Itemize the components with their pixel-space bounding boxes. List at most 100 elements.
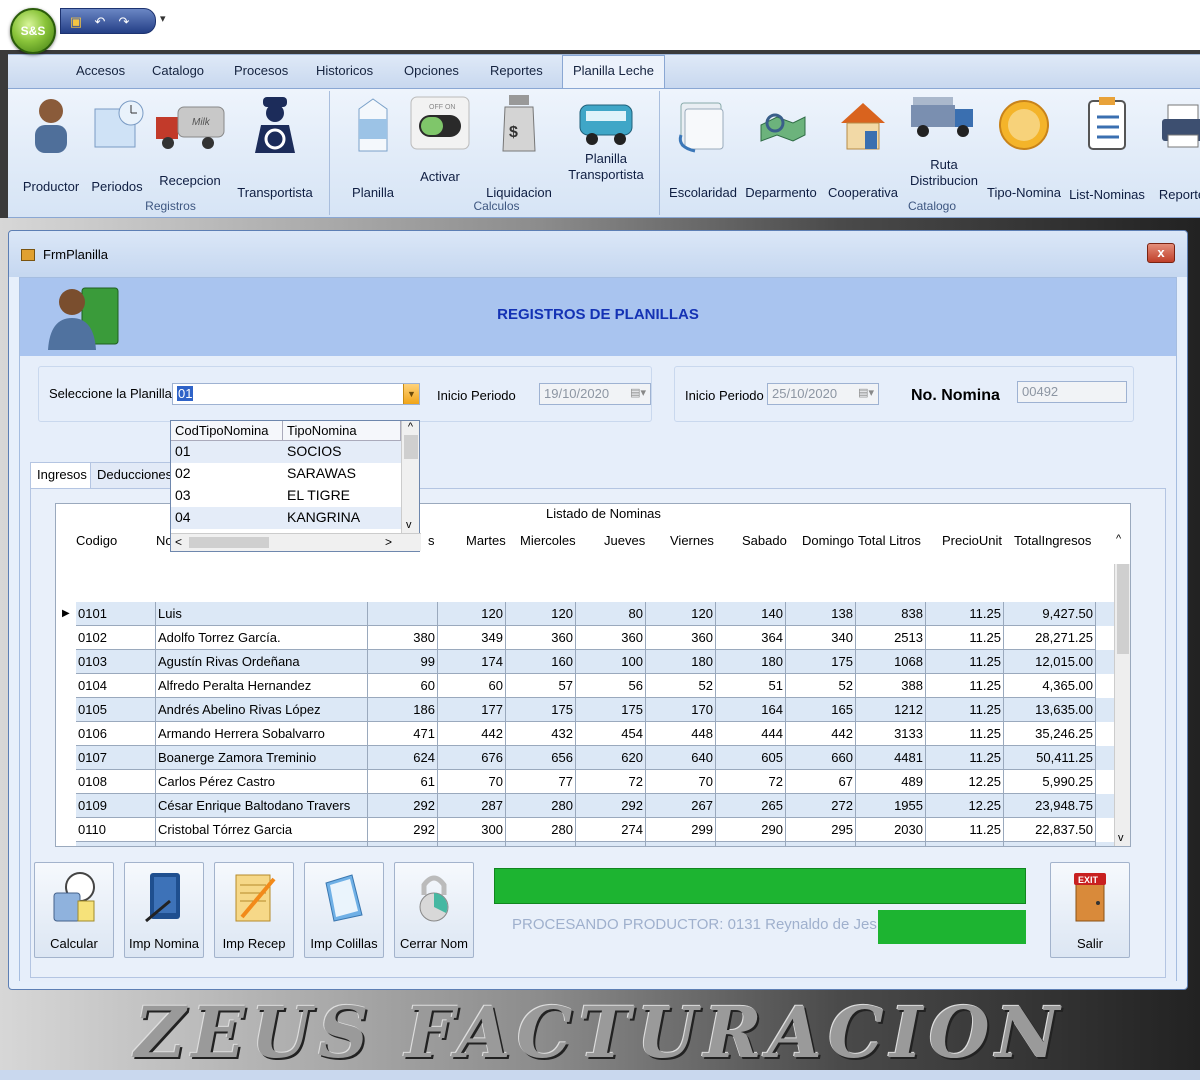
column-header-domingo[interactable]: Domingo — [802, 533, 854, 548]
cell-martes[interactable]: 174 — [438, 650, 506, 674]
cell-domingo[interactable]: 272 — [786, 794, 856, 818]
cell-precio-unit[interactable]: 11.25 — [926, 818, 1004, 842]
cell-lunes[interactable]: 471 — [368, 722, 438, 746]
transportista-button[interactable]: Transportista — [232, 95, 318, 201]
cell-lunes[interactable] — [368, 602, 438, 626]
cell-total-litros[interactable]: 3133 — [856, 722, 926, 746]
cell-codigo[interactable]: 0101 — [76, 602, 156, 626]
folder-icon[interactable]: ▣ — [67, 13, 85, 31]
inicio-periodo-date[interactable]: 19/10/2020 ▤▾ — [539, 383, 651, 405]
cell-lunes[interactable]: 624 — [368, 746, 438, 770]
cell-nombre[interactable]: Cristobal Tórrez Garcia — [156, 818, 368, 842]
table-row[interactable]: 0104 Alfredo Peralta Hernandez 60 60 57 56 52 5… — [76, 674, 1116, 698]
calendar-dropdown-icon[interactable]: ▤▾ — [630, 386, 646, 399]
grid-vertical-scrollbar[interactable]: v — [1114, 564, 1130, 846]
cell-precio-unit[interactable]: 11.25 — [926, 746, 1004, 770]
cell-sabado[interactable]: 51 — [716, 674, 786, 698]
salir-button[interactable]: EXIT Salir — [1050, 862, 1130, 958]
cell-martes[interactable]: 300 — [438, 818, 506, 842]
cell-codigo[interactable]: 0110 — [76, 818, 156, 842]
cell-sabado[interactable]: 290 — [716, 818, 786, 842]
cell-viernes[interactable]: 120 — [646, 602, 716, 626]
column-header-viernes[interactable]: Viernes — [670, 533, 714, 548]
escolaridad-button[interactable]: Escolaridad — [666, 95, 740, 201]
tab-historicos[interactable]: Historicos — [310, 61, 379, 80]
cell-lunes[interactable]: 292 — [368, 818, 438, 842]
cell-viernes[interactable]: 151 — [646, 842, 716, 846]
cell-domingo[interactable]: 660 — [786, 746, 856, 770]
cell-martes[interactable]: 287 — [438, 794, 506, 818]
tipo-nomina-button[interactable]: Tipo-Nomina — [986, 95, 1062, 201]
cell-viernes[interactable]: 448 — [646, 722, 716, 746]
cell-total-ingresos[interactable]: 12,015.00 — [1004, 650, 1096, 674]
column-header-jueves[interactable]: Jueves — [604, 533, 645, 548]
cell-viernes[interactable]: 640 — [646, 746, 716, 770]
column-header-codigo[interactable]: Codigo — [76, 533, 117, 548]
form-title-bar[interactable]: FrmPlanilla x — [9, 231, 1187, 277]
scroll-left-icon[interactable]: < — [175, 535, 182, 549]
cell-martes[interactable]: 177 — [438, 698, 506, 722]
chevron-down-icon[interactable]: ▼ — [403, 384, 419, 404]
imp-nomina-button[interactable]: Imp Nomina — [124, 862, 204, 958]
tab-accesos[interactable]: Accesos — [70, 61, 131, 80]
cell-lunes[interactable]: 380 — [368, 626, 438, 650]
cell-total-litros[interactable]: 1955 — [856, 794, 926, 818]
cell-domingo[interactable]: 340 — [786, 626, 856, 650]
cell-miercoles[interactable]: 656 — [506, 746, 576, 770]
ruta-distribucion-button[interactable]: Ruta Distribucion — [904, 95, 984, 189]
deparmento-button[interactable]: Deparmento — [742, 95, 820, 201]
scrollbar-thumb[interactable] — [403, 435, 418, 459]
cell-domingo[interactable]: 175 — [786, 650, 856, 674]
scroll-down-icon[interactable]: v — [1118, 832, 1124, 844]
cell-viernes[interactable]: 299 — [646, 818, 716, 842]
dropdown-option[interactable]: 04 KANGRINA — [171, 507, 401, 529]
column-header-martes[interactable]: Martes — [466, 533, 506, 548]
cell-martes[interactable]: 676 — [438, 746, 506, 770]
table-row[interactable]: 0103 Agustín Rivas Ordeñana 99 174 160 100 180… — [76, 650, 1116, 674]
cell-jueves[interactable]: 56 — [576, 674, 646, 698]
cell-viernes[interactable]: 52 — [646, 674, 716, 698]
cell-jueves[interactable]: 80 — [576, 602, 646, 626]
cell-lunes[interactable]: 292 — [368, 794, 438, 818]
cell-miercoles[interactable]: 432 — [506, 722, 576, 746]
close-button[interactable]: x — [1147, 243, 1175, 263]
scroll-up-icon[interactable]: ^ — [402, 421, 419, 433]
cell-precio-unit[interactable]: 11.25 — [926, 674, 1004, 698]
tab-ingresos[interactable]: Ingresos — [30, 462, 94, 489]
cell-lunes[interactable]: 61 — [368, 770, 438, 794]
cell-sabado[interactable]: 164 — [716, 698, 786, 722]
cell-domingo[interactable]: 165 — [786, 698, 856, 722]
cell-domingo[interactable]: 442 — [786, 722, 856, 746]
cell-jueves[interactable]: 100 — [576, 650, 646, 674]
cell-codigo[interactable]: 0102 — [76, 626, 156, 650]
cell-miercoles[interactable]: 77 — [506, 770, 576, 794]
cell-nombre[interactable]: Carlos Pérez Castro — [156, 770, 368, 794]
cell-miercoles[interactable]: 175 — [506, 698, 576, 722]
cell-codigo[interactable]: 0107 — [76, 746, 156, 770]
cell-jueves[interactable]: 274 — [576, 818, 646, 842]
activar-button[interactable]: OFF ON Activar — [404, 95, 476, 185]
cell-nombre[interactable]: Alfredo Peralta Hernandez — [156, 674, 368, 698]
cell-total-ingresos[interactable]: 50,411.25 — [1004, 746, 1096, 770]
cell-precio-unit[interactable]: 11.25 — [926, 626, 1004, 650]
cell-precio-unit[interactable]: 12.25 — [926, 794, 1004, 818]
column-header-total-litros[interactable]: Total Litros — [858, 533, 921, 548]
cell-viernes[interactable]: 70 — [646, 770, 716, 794]
cell-miercoles[interactable]: 120 — [506, 602, 576, 626]
tab-reportes[interactable]: Reportes — [484, 61, 549, 80]
cell-martes[interactable]: 120 — [438, 602, 506, 626]
table-row[interactable]: 0110 Cristobal Tórrez Garcia 292 300 280 274 2… — [76, 818, 1116, 842]
cell-nombre[interactable]: Adolfo Torrez García. — [156, 626, 368, 650]
cell-miercoles[interactable]: 280 — [506, 794, 576, 818]
cell-jueves[interactable]: 360 — [576, 626, 646, 650]
cell-nombre[interactable]: Luis — [156, 602, 368, 626]
cell-precio-unit[interactable]: 12.25 — [926, 770, 1004, 794]
undo-icon[interactable]: ↶ — [91, 13, 109, 31]
no-nomina-field[interactable]: 00492 — [1017, 381, 1127, 403]
cell-domingo[interactable]: 295 — [786, 818, 856, 842]
dropdown-option[interactable]: 03 EL TIGRE — [171, 485, 401, 507]
dropdown-vertical-scrollbar[interactable]: ^ v — [401, 421, 419, 533]
planilla-combo[interactable]: 01 ▼ — [172, 383, 420, 405]
cell-codigo[interactable]: 0111 — [76, 842, 156, 846]
calcular-button[interactable]: Calcular — [34, 862, 114, 958]
